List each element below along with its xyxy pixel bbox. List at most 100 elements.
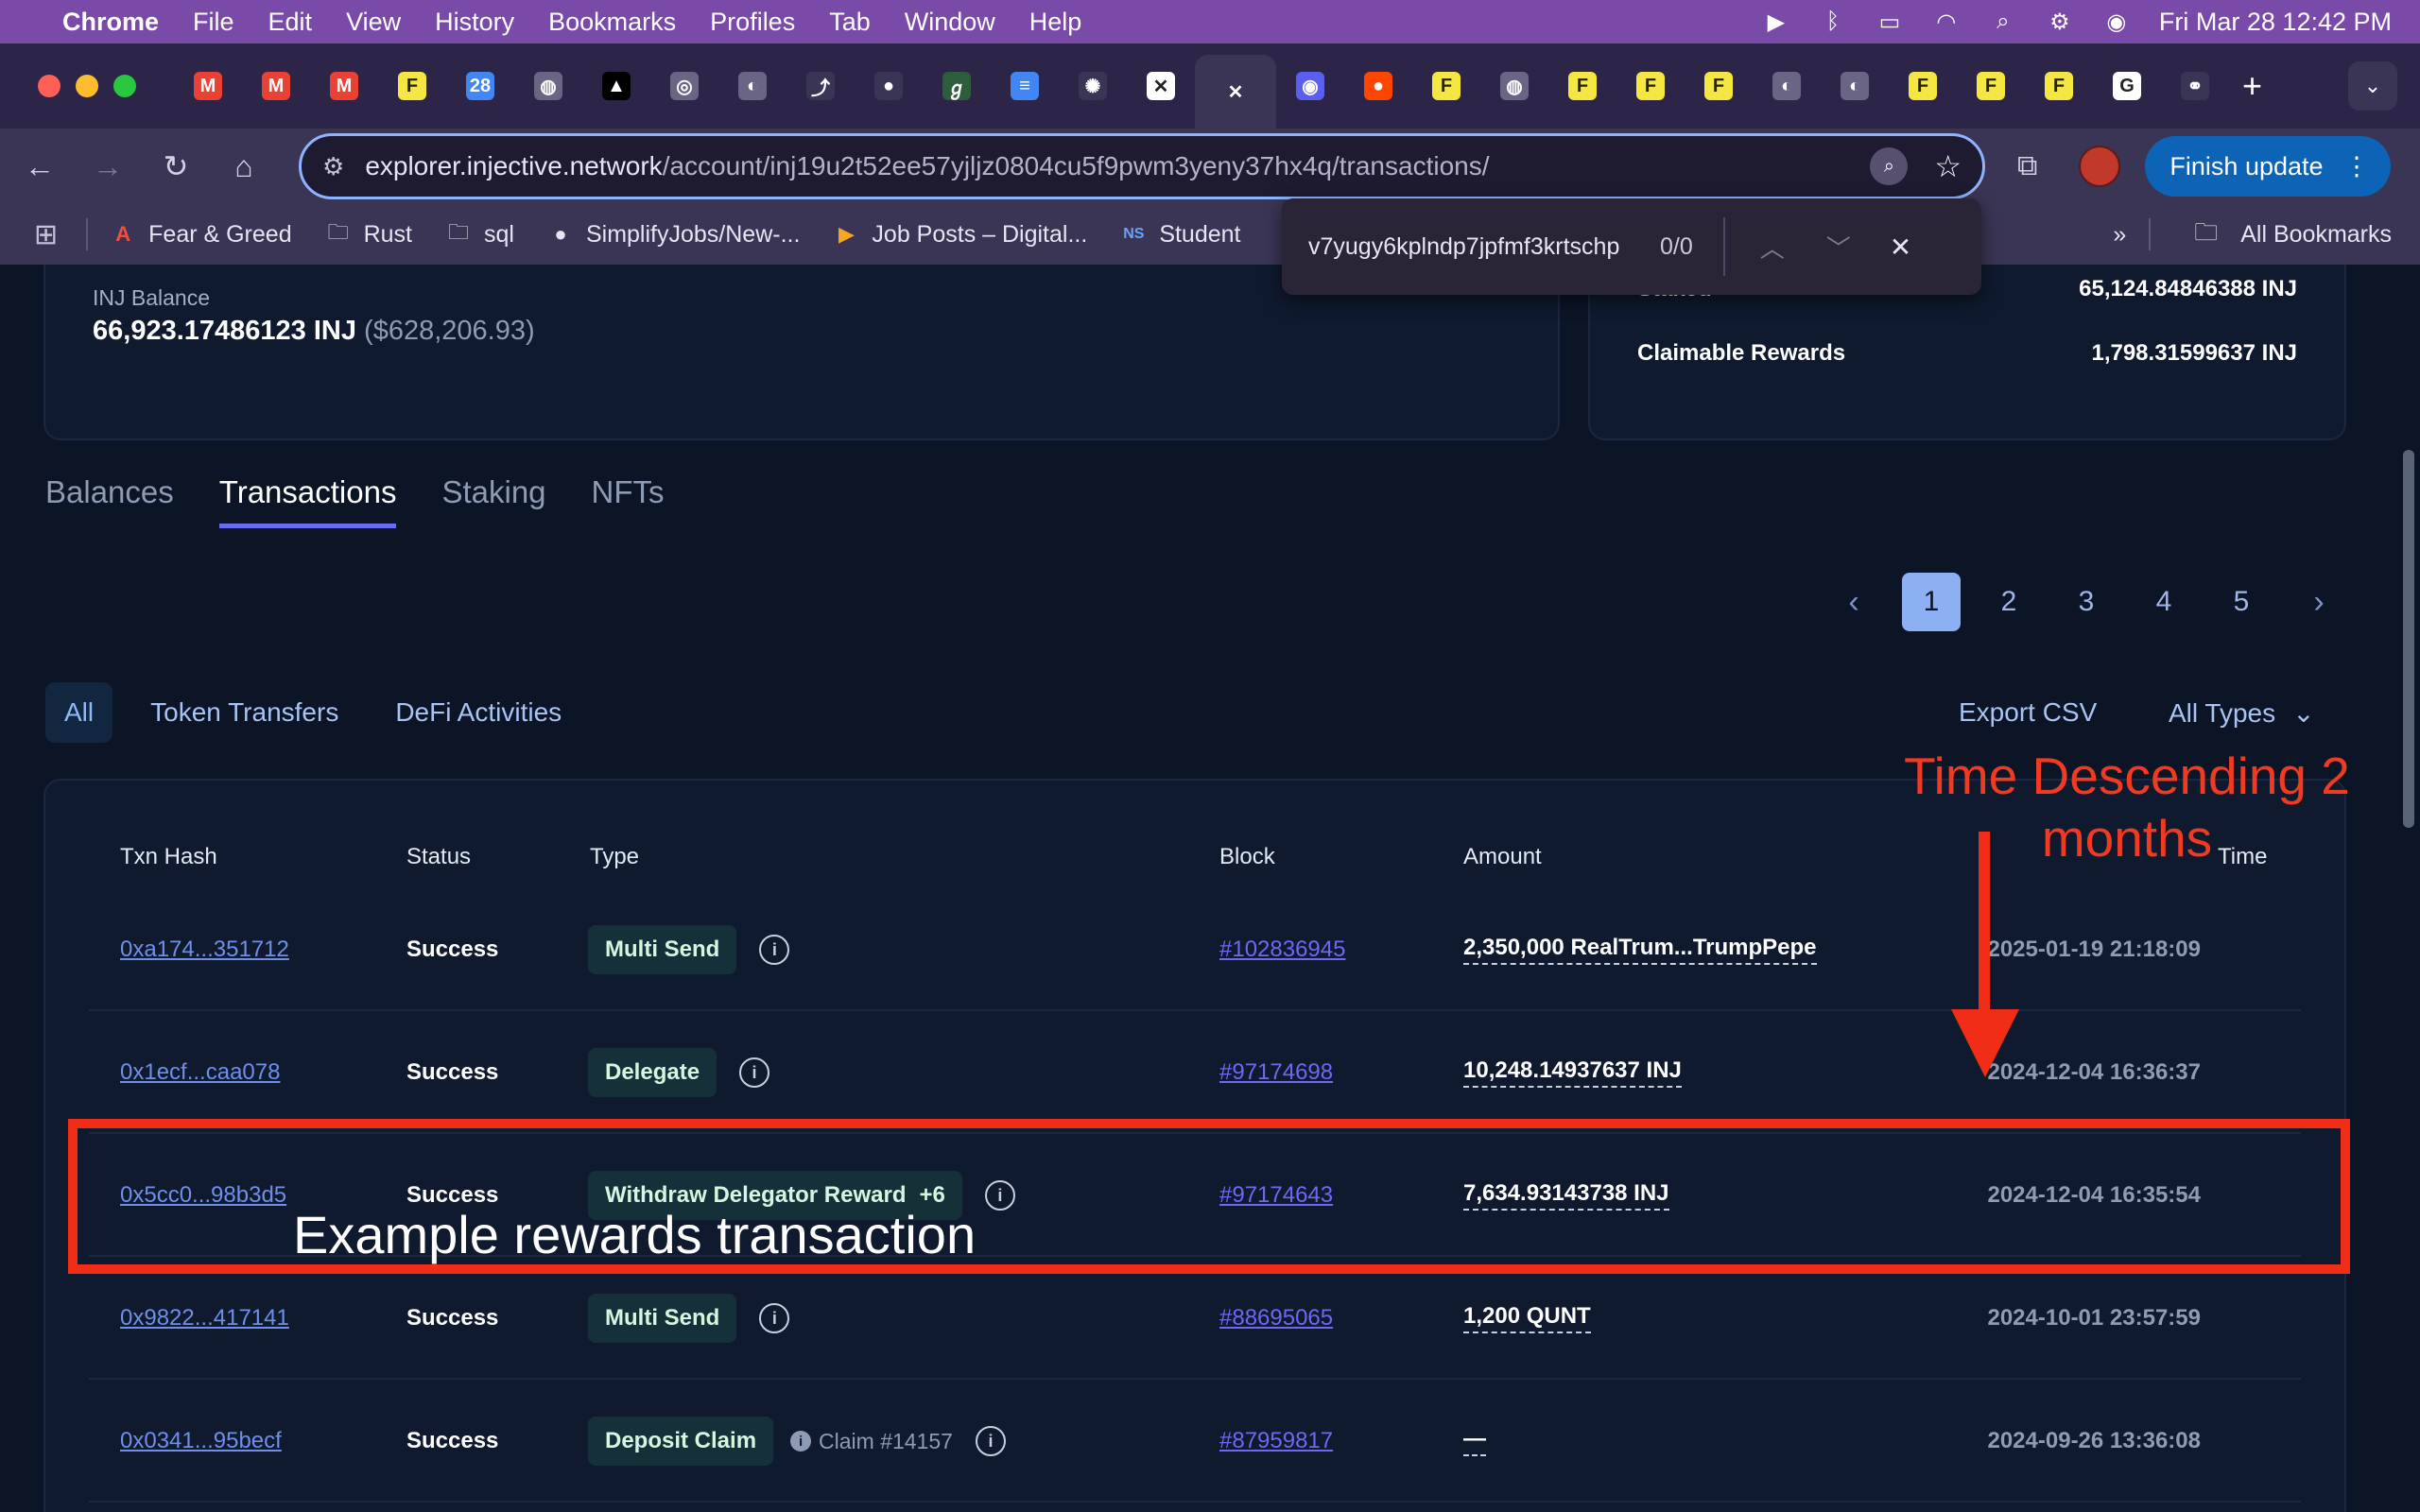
siri-icon[interactable]: ◉ xyxy=(2102,9,2131,35)
bookmark-job-posts[interactable]: ▶ Job Posts – Digital... xyxy=(832,220,1087,249)
browser-tab[interactable]: M xyxy=(174,43,242,129)
menu-edit[interactable]: Edit xyxy=(268,8,313,37)
browser-tab[interactable]: ✺ xyxy=(1059,43,1127,129)
play-icon[interactable]: ▶ xyxy=(1762,9,1790,35)
address-bar[interactable]: ⚙ explorer.injective.network/account/inj… xyxy=(299,133,1985,199)
browser-tab[interactable]: 28 xyxy=(446,43,514,129)
amount-value[interactable]: 10,248.14937637 INJ xyxy=(1463,1057,1682,1088)
menu-bar-clock[interactable]: Fri Mar 28 12:42 PM xyxy=(2159,8,2392,37)
amount-value[interactable]: 1,200 QUNT xyxy=(1463,1303,1591,1333)
menu-history[interactable]: History xyxy=(435,8,514,37)
profile-avatar[interactable] xyxy=(2079,146,2121,187)
browser-tab[interactable]: ◐ xyxy=(1821,43,1889,129)
browser-tab[interactable]: ℊ xyxy=(923,43,991,129)
apps-grid-icon[interactable]: ⊞ xyxy=(34,218,58,251)
txn-hash-link[interactable]: 0x1ecf...caa078 xyxy=(120,1059,280,1086)
menu-file[interactable]: File xyxy=(193,8,234,37)
menu-view[interactable]: View xyxy=(346,8,401,37)
table-row[interactable]: 0x9822...417141 Success Multi Send i #886950… xyxy=(89,1257,2301,1380)
table-row[interactable]: 0x0341...95becf Success Deposit Claim i Clai… xyxy=(89,1380,2301,1503)
browser-tab[interactable]: F xyxy=(378,43,446,129)
browser-tab[interactable]: G xyxy=(2093,43,2161,129)
finish-update-button[interactable]: Finish update ⋮ xyxy=(2145,136,2391,197)
battery-icon[interactable]: ▭ xyxy=(1876,9,1904,35)
bookmark-sql[interactable]: 🗀 sql xyxy=(444,220,514,249)
next-page-icon[interactable]: › xyxy=(2290,573,2348,631)
filter-all[interactable]: All xyxy=(45,682,113,743)
find-close-button[interactable]: ✕ xyxy=(1890,232,1911,263)
block-link[interactable]: #102836945 xyxy=(1219,936,1345,963)
browser-tab[interactable]: ◍ xyxy=(1480,43,1548,129)
page-5-button[interactable]: 5 xyxy=(2212,573,2271,631)
tab-balances[interactable]: Balances xyxy=(45,474,174,528)
export-csv-button[interactable]: Export CSV xyxy=(1959,697,2097,728)
menu-bookmarks[interactable]: Bookmarks xyxy=(548,8,676,37)
prev-page-icon[interactable]: ‹ xyxy=(1824,573,1883,631)
browser-tab[interactable]: ◐ xyxy=(1753,43,1821,129)
browser-tab[interactable]: ✕ xyxy=(1127,43,1195,129)
browser-tab[interactable]: ⚭ xyxy=(2161,43,2229,129)
info-icon[interactable]: i xyxy=(975,1426,1006,1456)
page-1-button[interactable]: 1 xyxy=(1902,573,1961,631)
address-url[interactable]: explorer.injective.network/account/inj19… xyxy=(365,151,1489,181)
minimize-window-button[interactable] xyxy=(76,75,98,97)
reload-button[interactable]: ↻ xyxy=(147,138,204,195)
fullscreen-window-button[interactable] xyxy=(113,75,136,97)
tab-nfts[interactable]: NFTs xyxy=(592,474,665,528)
find-previous-button[interactable]: ︿ xyxy=(1754,230,1791,265)
bookmark-star-icon[interactable]: ☆ xyxy=(1934,148,1962,184)
table-row[interactable]: 0xa174...351712 Success Multi Send i #102836… xyxy=(89,888,2301,1011)
browser-tab[interactable]: ⤴ xyxy=(786,43,855,129)
page-4-button[interactable]: 4 xyxy=(2135,573,2193,631)
tab-search-button[interactable]: ⌄ xyxy=(2348,61,2397,111)
browser-tab[interactable]: F xyxy=(1548,43,1616,129)
block-link[interactable]: #88695065 xyxy=(1219,1305,1333,1332)
tab-staking[interactable]: Staking xyxy=(441,474,545,528)
browser-tab[interactable]: F xyxy=(1412,43,1480,129)
bookmark-fear-greed[interactable]: A Fear & Greed xyxy=(109,220,291,249)
browser-tab[interactable]: ◍ xyxy=(514,43,582,129)
block-link[interactable]: #97174698 xyxy=(1219,1059,1333,1086)
menu-profiles[interactable]: Profiles xyxy=(710,8,795,37)
browser-tab[interactable]: F xyxy=(1889,43,1957,129)
filter-defi-activities[interactable]: DeFi Activities xyxy=(376,682,580,743)
bookmark-simplifyjobs[interactable]: ● SimplifyJobs/New-... xyxy=(546,220,800,249)
page-2-button[interactable]: 2 xyxy=(1979,573,2038,631)
amount-value[interactable]: 2,350,000 RealTrum...TrumpPepe xyxy=(1463,935,1817,965)
menu-window[interactable]: Window xyxy=(905,8,995,37)
close-window-button[interactable] xyxy=(38,75,60,97)
browser-tab[interactable]: ≡ xyxy=(991,43,1059,129)
browser-tab[interactable]: ● xyxy=(855,43,923,129)
menu-app-chrome[interactable]: Chrome xyxy=(62,8,159,37)
txn-hash-link[interactable]: 0x0341...95becf xyxy=(120,1428,282,1454)
menu-help[interactable]: Help xyxy=(1029,8,1082,37)
browser-tab[interactable]: ◉ xyxy=(1276,43,1344,129)
page-scrollbar[interactable] xyxy=(2395,265,2420,1512)
browser-tab[interactable]: ◎ xyxy=(650,43,718,129)
browser-tab[interactable]: ● xyxy=(1344,43,1412,129)
browser-tab[interactable]: ✕ xyxy=(1195,55,1276,129)
find-input[interactable]: v7yugy6kplndp7jpfmf3krtschp xyxy=(1308,233,1649,261)
bookmark-rust[interactable]: 🗀 Rust xyxy=(324,220,412,249)
site-info-icon[interactable]: ⚙ xyxy=(322,152,344,181)
bookmarks-overflow-icon[interactable]: » xyxy=(2113,221,2126,249)
info-icon[interactable]: i xyxy=(759,1303,790,1333)
new-tab-button[interactable]: + xyxy=(2242,66,2262,106)
back-button[interactable]: ← xyxy=(11,138,68,195)
browser-tab[interactable]: F xyxy=(2025,43,2093,129)
wifi-icon[interactable]: ◠ xyxy=(1932,9,1961,35)
txn-hash-link[interactable]: 0x9822...417141 xyxy=(120,1305,289,1332)
bookmark-student[interactable]: NS Student xyxy=(1119,220,1240,249)
find-next-button[interactable]: ﹀ xyxy=(1820,230,1858,265)
menu-tab[interactable]: Tab xyxy=(829,8,871,37)
txn-hash-link[interactable]: 0xa174...351712 xyxy=(120,936,289,963)
info-icon[interactable]: i xyxy=(739,1057,770,1088)
tab-transactions[interactable]: Transactions xyxy=(218,474,397,528)
amount-value[interactable]: — xyxy=(1463,1426,1486,1456)
filter-token-transfers[interactable]: Token Transfers xyxy=(131,682,357,743)
browser-tab[interactable]: F xyxy=(1957,43,2025,129)
page-3-button[interactable]: 3 xyxy=(2057,573,2116,631)
browser-tab[interactable]: ◐ xyxy=(718,43,786,129)
block-link[interactable]: #87959817 xyxy=(1219,1428,1333,1454)
spotlight-search-icon[interactable]: ⌕ xyxy=(1989,9,2017,34)
